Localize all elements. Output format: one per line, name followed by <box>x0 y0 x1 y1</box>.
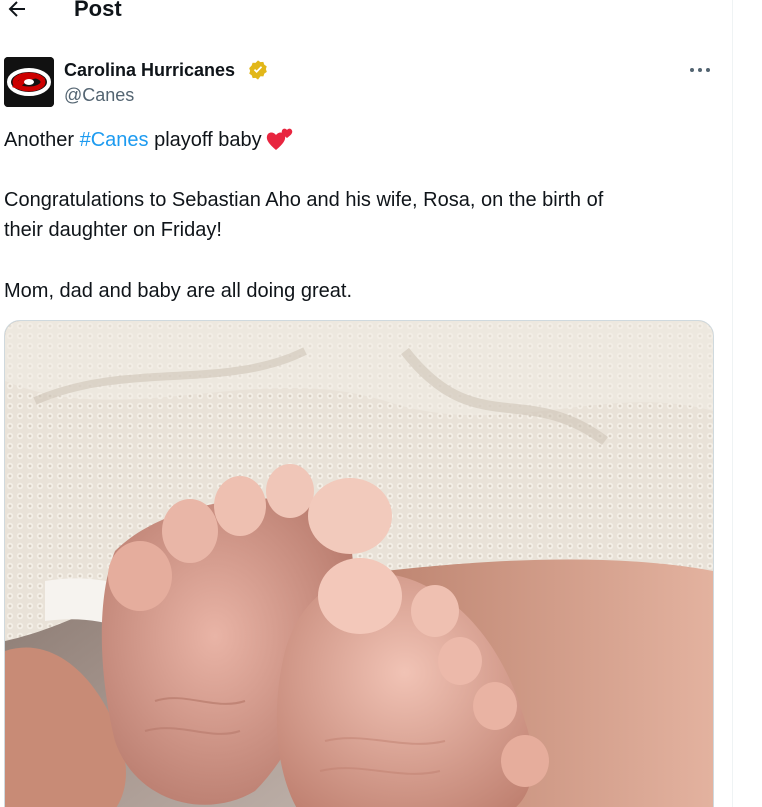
back-button[interactable] <box>2 0 32 24</box>
column-divider <box>732 0 733 807</box>
tweet-text: Mom, dad and baby are all doing great. <box>4 280 352 302</box>
tweet-text: Another <box>4 129 80 151</box>
post-header: Post <box>0 0 732 28</box>
tweet-text: their daughter on Friday! <box>4 219 222 241</box>
tweet-text: playoff baby <box>148 129 262 151</box>
tweet-text-line: Another #Canes playoff baby <box>4 125 294 155</box>
page-title: Post <box>74 0 122 21</box>
two-hearts-emoji <box>266 128 292 150</box>
more-options-button[interactable] <box>686 58 714 82</box>
author-name[interactable]: Carolina Hurricanes <box>64 59 235 81</box>
post-image[interactable] <box>4 320 714 807</box>
gold-verified-badge-icon[interactable] <box>247 59 269 81</box>
tweet-text: Congratulations to Sebastian Aho and his… <box>4 189 604 211</box>
post-page: Post Carolina Hurricanes @Canes Another … <box>0 0 762 807</box>
hurricanes-logo-icon <box>4 57 54 107</box>
arrow-left-icon <box>8 1 25 17</box>
avatar[interactable] <box>4 57 54 107</box>
baby-feet-photo <box>5 321 713 807</box>
author-handle[interactable]: @Canes <box>64 84 134 106</box>
more-dots-icon <box>690 68 710 72</box>
hashtag-link[interactable]: #Canes <box>80 129 149 151</box>
